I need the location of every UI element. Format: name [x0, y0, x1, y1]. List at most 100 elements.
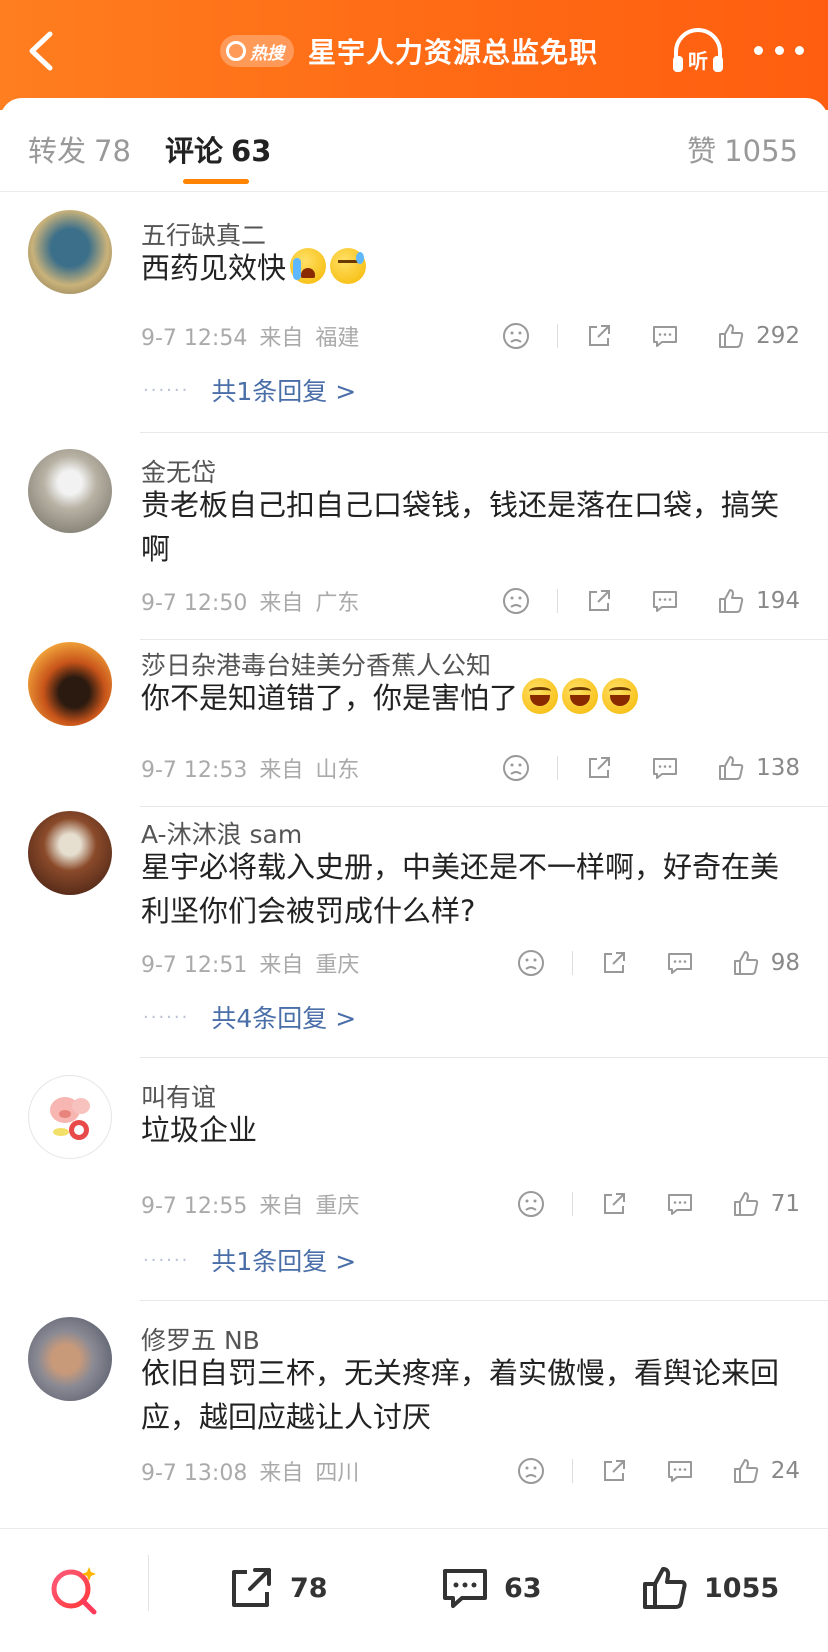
- thumbs-up-icon: [719, 324, 744, 348]
- like-count: 24: [770, 1458, 800, 1484]
- comment-sheet: 转发 78 评论 63 赞 1055 五行缺真二 西药见效快 9-7 12:54 来自福…: [0, 98, 828, 1528]
- comment-bubble-icon: [653, 758, 678, 779]
- view-replies-link[interactable]: ······ 共1条回复 >: [143, 372, 356, 408]
- like-count: 1055: [704, 1572, 780, 1604]
- comment-bubble-icon: [667, 1194, 692, 1215]
- comment-time: 9-7 12:53: [141, 758, 248, 783]
- dislike-button[interactable]: [501, 753, 531, 783]
- share-button[interactable]: [584, 586, 614, 616]
- comment-bubble-icon: [653, 326, 678, 347]
- repost-button[interactable]: 78: [226, 1563, 328, 1613]
- like-button[interactable]: 1055: [640, 1563, 779, 1613]
- sad-face-icon: [517, 1191, 544, 1217]
- dislike-button[interactable]: [516, 1456, 546, 1486]
- like-button[interactable]: 138: [716, 753, 800, 783]
- avatar[interactable]: [28, 1075, 112, 1159]
- comment-divider: [140, 1300, 828, 1301]
- listen-label: 听: [688, 49, 708, 73]
- comment-time: 9-7 12:50: [141, 591, 248, 616]
- laughing-emoji-icon: [602, 678, 639, 714]
- comment-bubble-icon: [443, 1569, 487, 1608]
- tab-bar: 转发 78 评论 63 赞 1055: [0, 98, 828, 192]
- dislike-button[interactable]: [516, 948, 546, 978]
- like-button[interactable]: 98: [731, 948, 800, 978]
- active-tab-indicator: [183, 179, 249, 184]
- view-replies-link[interactable]: ······ 共4条回复 >: [143, 999, 356, 1035]
- reply-button[interactable]: [665, 1456, 695, 1486]
- tab-like[interactable]: 赞 1055: [687, 128, 798, 170]
- comment-location: 重庆: [315, 953, 360, 978]
- crying-emoji-icon: [290, 248, 327, 284]
- avatar[interactable]: [28, 642, 112, 726]
- bottom-action-bar: 78 63 1055: [0, 1528, 828, 1652]
- sad-face-icon: [503, 323, 530, 349]
- divider: [557, 756, 559, 780]
- tab-repost-count: 78: [94, 134, 131, 168]
- dislike-button[interactable]: [516, 1189, 546, 1219]
- comment-meta: 9-7 12:51 来自 重庆: [141, 947, 371, 979]
- title-area: 热搜 星宇人力资源总监免职: [220, 28, 598, 74]
- comment-body: 星宇必将载入史册，中美还是不一样啊，好奇在美利坚你们会被罚成什么样?: [141, 850, 780, 928]
- laughing-emoji-icon: [562, 678, 599, 714]
- hot-search-badge[interactable]: 热搜: [220, 35, 294, 67]
- thumbs-up-icon: [733, 1459, 758, 1483]
- more-icon[interactable]: [754, 40, 804, 60]
- like-count: 292: [756, 323, 800, 349]
- share-icon: [603, 1460, 625, 1481]
- comment-from: 来自: [259, 953, 304, 978]
- like-button[interactable]: 71: [731, 1189, 800, 1219]
- divider: [571, 1459, 573, 1483]
- avatar[interactable]: [28, 449, 112, 533]
- listen-headphones-icon[interactable]: 听: [670, 24, 726, 76]
- like-count: 194: [756, 588, 800, 614]
- comment-text: 星宇必将载入史册，中美还是不一样啊，好奇在美利坚你们会被罚成什么样?: [141, 845, 801, 933]
- dots-decoration: ······: [143, 1006, 190, 1028]
- reply-button[interactable]: [665, 948, 695, 978]
- view-replies-link[interactable]: ······ 共1条回复 >: [143, 1242, 356, 1278]
- sweat-emoji-icon: [330, 248, 367, 284]
- comment-button[interactable]: 63: [440, 1563, 542, 1613]
- share-button[interactable]: [599, 1456, 629, 1486]
- comment-location: 广东: [315, 591, 360, 616]
- like-button[interactable]: 24: [731, 1456, 800, 1486]
- dislike-button[interactable]: [501, 586, 531, 616]
- sad-face-icon: [517, 1458, 544, 1484]
- share-button[interactable]: [599, 948, 629, 978]
- reply-button[interactable]: [650, 753, 680, 783]
- dislike-button[interactable]: [501, 321, 531, 351]
- reply-button[interactable]: [665, 1189, 695, 1219]
- comment-body: 贵老板自己扣自己口袋钱，钱还是落在口袋，搞笑啊: [141, 488, 780, 566]
- avatar[interactable]: [28, 1317, 112, 1401]
- like-button[interactable]: 194: [716, 586, 800, 616]
- comment-meta: 9-7 13:08 来自 四川: [141, 1455, 371, 1487]
- reply-button[interactable]: [650, 586, 680, 616]
- like-button[interactable]: 292: [716, 321, 800, 351]
- comment-meta: 9-7 12:53 来自 山东: [141, 752, 371, 784]
- share-button[interactable]: [599, 1189, 629, 1219]
- thumbs-up-icon: [719, 756, 744, 780]
- comment-from: 来自: [259, 326, 304, 351]
- comment-body: 依旧自罚三杯，无关疼痒，着实傲慢，看舆论来回应，越回应越让人讨厌: [141, 1356, 780, 1434]
- reply-button[interactable]: [650, 321, 680, 351]
- avatar[interactable]: [28, 210, 112, 294]
- avatar[interactable]: [28, 811, 112, 895]
- comment-from: 来自: [259, 591, 304, 616]
- comment-bubble-icon: [667, 1461, 692, 1482]
- share-button[interactable]: [584, 321, 614, 351]
- hot-search-label: 热搜: [250, 43, 284, 64]
- like-count: 98: [770, 950, 800, 976]
- share-icon: [589, 590, 611, 611]
- comment-text: 西药见效快: [141, 246, 801, 290]
- back-arrow-icon[interactable]: [22, 26, 62, 76]
- thumbs-up-icon: [643, 1567, 687, 1609]
- comment-from: 来自: [259, 1194, 304, 1219]
- share-button[interactable]: [584, 753, 614, 783]
- tab-like-label: 赞: [687, 134, 717, 168]
- tab-repost[interactable]: 转发 78: [28, 128, 131, 170]
- search-icon[interactable]: [48, 1563, 102, 1617]
- tab-comment[interactable]: 评论 63: [165, 128, 271, 170]
- comment-divider: [140, 639, 828, 640]
- share-icon: [603, 952, 625, 973]
- comment-time: 9-7 12:55: [141, 1194, 248, 1219]
- comment-location: 福建: [315, 326, 360, 351]
